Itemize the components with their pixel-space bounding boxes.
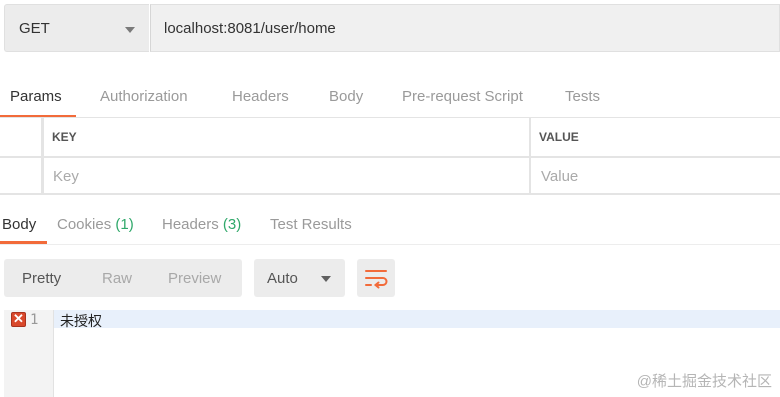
wrap-lines-button[interactable] <box>357 259 395 297</box>
format-select[interactable]: Auto <box>254 259 345 297</box>
table-header-divider <box>0 156 780 158</box>
response-body-text: 未授权 <box>60 314 102 330</box>
response-tab-headers[interactable]: Headers (3) <box>162 216 241 233</box>
tab-tests[interactable]: Tests <box>565 88 600 105</box>
tab-headers[interactable]: Headers <box>232 88 289 105</box>
pretty-button[interactable]: Pretty <box>22 270 61 287</box>
tab-params[interactable]: Params <box>10 88 62 105</box>
chevron-down-icon <box>321 276 331 282</box>
table-col-divider <box>529 118 531 193</box>
error-marker-icon[interactable]: ✕ <box>11 311 26 327</box>
raw-button[interactable]: Raw <box>102 270 132 287</box>
key-input[interactable]: Key <box>53 168 79 185</box>
response-tab-cookies[interactable]: Cookies (1) <box>57 216 134 233</box>
response-tabs-divider <box>0 244 780 245</box>
url-text: localhost:8081/user/home <box>164 20 336 37</box>
response-tab-test-results[interactable]: Test Results <box>270 216 352 233</box>
value-input[interactable]: Value <box>541 168 578 185</box>
line-number: 1 <box>30 312 39 328</box>
cookies-count: (1) <box>115 216 134 233</box>
url-input[interactable]: localhost:8081/user/home <box>150 4 780 52</box>
column-header-value: VALUE <box>539 130 579 144</box>
headers-count: (3) <box>222 216 242 233</box>
active-line-highlight <box>54 310 780 328</box>
table-top-border <box>0 117 780 118</box>
response-tab-body[interactable]: Body <box>2 216 36 233</box>
chevron-down-icon <box>125 27 135 33</box>
watermark: @稀土掘金技术社区 <box>636 373 772 390</box>
column-header-key: KEY <box>52 130 77 144</box>
tab-authorization[interactable]: Authorization <box>100 88 188 105</box>
preview-button[interactable]: Preview <box>168 270 221 287</box>
method-select[interactable]: GET <box>4 4 149 52</box>
tab-body[interactable]: Body <box>329 88 363 105</box>
tab-pre-request-script[interactable]: Pre-request Script <box>402 88 523 105</box>
headers-label: Headers <box>162 216 219 233</box>
cookies-label: Cookies <box>57 216 112 233</box>
wrap-lines-icon <box>365 270 388 289</box>
view-mode-group: Pretty Raw Preview <box>4 259 242 297</box>
table-col-divider <box>41 118 44 193</box>
method-label: GET <box>19 20 50 37</box>
table-bottom-border <box>0 193 780 195</box>
format-select-label: Auto <box>267 270 298 287</box>
